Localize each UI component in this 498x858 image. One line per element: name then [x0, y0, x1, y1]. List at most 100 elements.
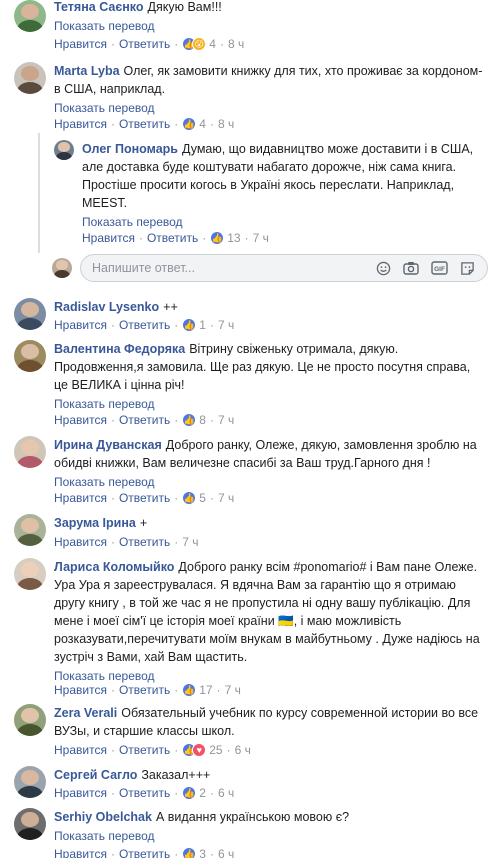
- comment-text: Доброго ранку всім #ponomario# і Вам пан…: [54, 560, 480, 664]
- reactions[interactable]: 👍: [182, 318, 197, 332]
- reaction-count[interactable]: 25: [209, 742, 222, 758]
- timestamp[interactable]: 6 ч: [235, 742, 251, 758]
- comment-author[interactable]: Олег Пономарь: [82, 142, 178, 156]
- like-button[interactable]: Нравится: [54, 682, 107, 698]
- camera-icon[interactable]: [402, 260, 420, 276]
- avatar[interactable]: [14, 704, 46, 736]
- reply-button[interactable]: Ответить: [119, 36, 170, 52]
- translate-link[interactable]: Показать перевод: [54, 18, 494, 34]
- like-reaction-icon: 👍: [210, 231, 225, 245]
- comment-author[interactable]: Serhiy Obelchak: [54, 810, 152, 824]
- avatar[interactable]: [52, 258, 72, 278]
- reactions[interactable]: 👍 ♥: [182, 743, 207, 757]
- timestamp[interactable]: 6 ч: [218, 785, 234, 801]
- reaction-count[interactable]: 1: [199, 317, 206, 333]
- like-reaction-icon: 👍: [182, 117, 197, 131]
- separator: ·: [244, 231, 249, 245]
- comment-author[interactable]: Zera Verali: [54, 706, 117, 720]
- avatar[interactable]: [14, 340, 46, 372]
- reactions[interactable]: 👍: [182, 786, 197, 800]
- timestamp[interactable]: 6 ч: [218, 846, 234, 858]
- like-button[interactable]: Нравится: [54, 36, 107, 52]
- timestamp[interactable]: 8 ч: [228, 36, 244, 52]
- avatar[interactable]: [54, 140, 74, 160]
- comment-author[interactable]: Сергей Сагло: [54, 768, 137, 782]
- avatar[interactable]: [14, 298, 46, 330]
- reactions[interactable]: 👍: [182, 683, 197, 697]
- like-button[interactable]: Нравится: [54, 116, 107, 132]
- reaction-count[interactable]: 8: [199, 412, 206, 428]
- reaction-count[interactable]: 17: [199, 682, 212, 698]
- avatar[interactable]: [14, 766, 46, 798]
- timestamp[interactable]: 7 ч: [225, 682, 241, 698]
- separator: ·: [174, 413, 179, 427]
- reply-button[interactable]: Ответить: [119, 785, 170, 801]
- like-button[interactable]: Нравится: [54, 785, 107, 801]
- like-reaction-icon: 👍: [182, 413, 197, 427]
- reaction-count[interactable]: 4: [199, 116, 206, 132]
- reactions[interactable]: 👍: [210, 231, 225, 245]
- timestamp[interactable]: 7 ч: [218, 317, 234, 333]
- emoji-icon[interactable]: [374, 260, 392, 276]
- comment-author[interactable]: Зарума Ірина: [54, 516, 136, 530]
- translate-link[interactable]: Показать перевод: [54, 396, 484, 412]
- timestamp[interactable]: 7 ч: [253, 230, 269, 246]
- translate-link[interactable]: Показать перевод: [54, 100, 484, 116]
- reply-button[interactable]: Ответить: [119, 846, 170, 858]
- like-button[interactable]: Нравится: [54, 412, 107, 428]
- like-button[interactable]: Нравится: [54, 490, 107, 506]
- separator: ·: [174, 786, 179, 800]
- comment-author[interactable]: Marta Lyba: [54, 64, 120, 78]
- comment-author[interactable]: Лариса Коломыйко: [54, 560, 174, 574]
- reply-button[interactable]: Ответить: [119, 682, 170, 698]
- reaction-count[interactable]: 5: [199, 490, 206, 506]
- avatar[interactable]: [14, 514, 46, 546]
- reply-button[interactable]: Ответить: [119, 317, 170, 333]
- reactions[interactable]: 👍: [182, 847, 197, 858]
- reaction-count[interactable]: 13: [227, 230, 240, 246]
- translate-link[interactable]: Показать перевод: [54, 828, 484, 844]
- like-button[interactable]: Нравится: [54, 846, 107, 858]
- reply-button[interactable]: Ответить: [119, 490, 170, 506]
- avatar[interactable]: [14, 436, 46, 468]
- reply-button[interactable]: Ответить: [147, 230, 198, 246]
- avatar[interactable]: [14, 808, 46, 840]
- reactions[interactable]: 👍: [182, 117, 197, 131]
- comment-author[interactable]: Radislav Lysenko: [54, 300, 159, 314]
- timestamp[interactable]: 7 ч: [182, 534, 198, 550]
- translate-link[interactable]: Показать перевод: [54, 474, 484, 490]
- separator: ·: [209, 318, 214, 332]
- timestamp[interactable]: 7 ч: [218, 412, 234, 428]
- comment-author[interactable]: Тетяна Саєнко: [54, 0, 144, 14]
- avatar[interactable]: [14, 558, 46, 590]
- sticker-icon[interactable]: [458, 260, 476, 276]
- reaction-count[interactable]: 3: [199, 846, 206, 858]
- separator: ·: [174, 117, 179, 131]
- timestamp[interactable]: 7 ч: [218, 490, 234, 506]
- reply-button[interactable]: Ответить: [119, 116, 170, 132]
- reactions[interactable]: 👍 😮: [182, 37, 207, 51]
- reactions[interactable]: 👍: [182, 491, 197, 505]
- reply-button[interactable]: Ответить: [119, 534, 170, 550]
- comment-author[interactable]: Валентина Федоряка: [54, 342, 185, 356]
- separator: ·: [174, 318, 179, 332]
- reaction-count[interactable]: 2: [199, 785, 206, 801]
- reply-button[interactable]: Ответить: [119, 412, 170, 428]
- like-button[interactable]: Нравится: [54, 742, 107, 758]
- translate-link[interactable]: Показать перевод: [82, 214, 474, 230]
- reaction-count[interactable]: 4: [209, 36, 216, 52]
- separator: ·: [174, 683, 179, 697]
- comment-author[interactable]: Ирина Дуванская: [54, 438, 162, 452]
- comment-text: А видання українською мовою є?: [155, 810, 350, 824]
- like-button[interactable]: Нравится: [54, 534, 107, 550]
- timestamp[interactable]: 8 ч: [218, 116, 234, 132]
- separator: ·: [209, 117, 214, 131]
- like-button[interactable]: Нравится: [82, 230, 135, 246]
- separator: ·: [174, 847, 179, 858]
- avatar[interactable]: [14, 0, 46, 32]
- avatar[interactable]: [14, 62, 46, 94]
- reactions[interactable]: 👍: [182, 413, 197, 427]
- gif-icon[interactable]: GIF: [430, 260, 448, 276]
- reply-button[interactable]: Ответить: [119, 742, 170, 758]
- like-button[interactable]: Нравится: [54, 317, 107, 333]
